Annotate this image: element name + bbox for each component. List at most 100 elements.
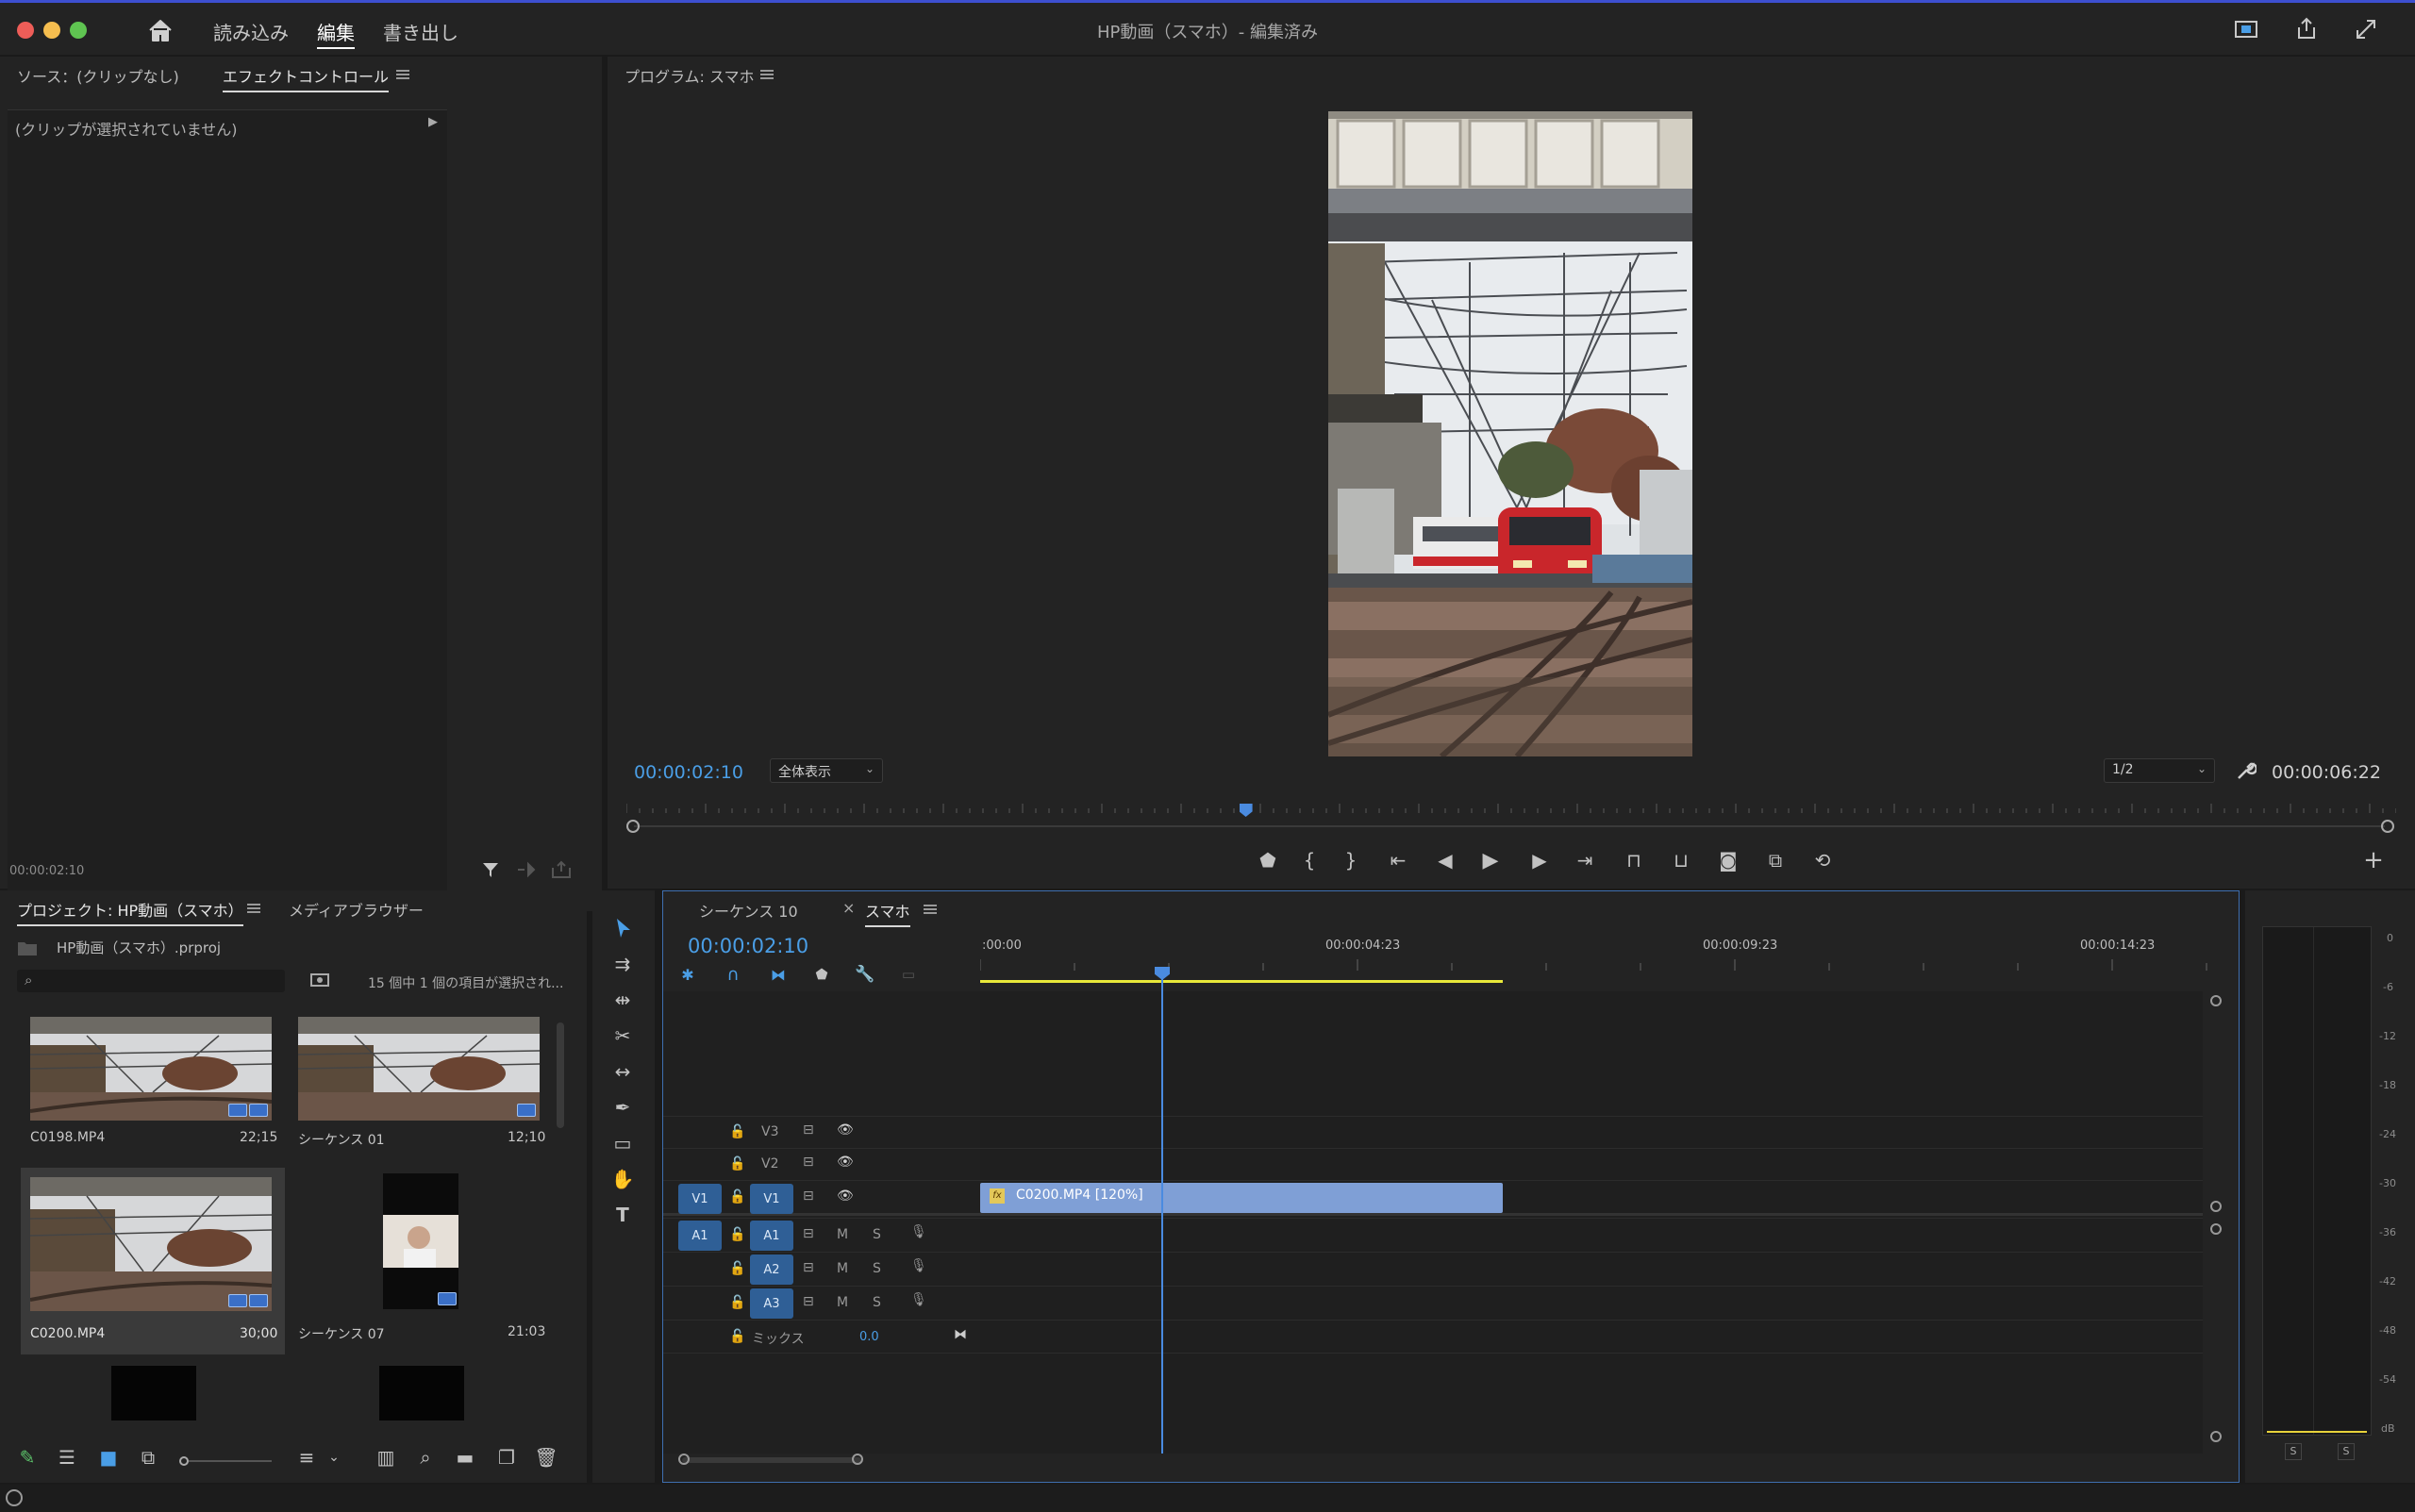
timeline-playhead[interactable] (1161, 967, 1163, 1454)
expand-arrow-icon[interactable]: ▶ (428, 115, 438, 129)
linked-selection-icon[interactable]: ⧓ (767, 963, 790, 986)
go-to-out-icon[interactable]: ⇥ (1572, 847, 1598, 873)
solo-right-button[interactable]: S (2338, 1443, 2355, 1460)
vscroll-handle[interactable] (2210, 995, 2222, 1006)
share-icon[interactable] (2294, 16, 2319, 41)
list-view-icon[interactable]: ☰ (55, 1445, 79, 1470)
sync-lock-icon[interactable]: ⊟ (803, 1260, 814, 1275)
type-tool-icon[interactable]: T (609, 1202, 636, 1228)
add-marker-icon[interactable]: ⬟ (1255, 847, 1281, 873)
vr-video-icon[interactable]: ⟲ (1809, 847, 1836, 873)
automate-to-sequence-icon[interactable]: ▥ (374, 1445, 398, 1470)
lock-icon[interactable]: 🔓 (729, 1189, 745, 1205)
lock-icon[interactable]: 🔓 (729, 1124, 745, 1139)
mark-out-icon[interactable]: } (1338, 847, 1364, 873)
fullscreen-icon[interactable] (2355, 18, 2377, 41)
project-scrollbar[interactable] (557, 1022, 564, 1128)
new-item-icon[interactable]: ❐ (494, 1445, 519, 1470)
go-to-in-icon[interactable]: ⇤ (1385, 847, 1411, 873)
zoom-bar-handle-right[interactable] (852, 1454, 863, 1465)
fx-badge[interactable]: fx (990, 1188, 1005, 1204)
solo-left-button[interactable]: S (2285, 1443, 2302, 1460)
sync-lock-icon[interactable]: ⊟ (803, 1155, 814, 1170)
step-forward-icon[interactable]: ▶ (1526, 847, 1553, 873)
write-pencil-icon[interactable]: ✎ (15, 1445, 40, 1470)
track-target-v1[interactable]: V1 (750, 1184, 793, 1214)
tab-sequence-10[interactable]: シーケンス 10 (699, 899, 798, 922)
sync-lock-icon[interactable]: ⊟ (803, 1188, 814, 1204)
track-select-tool-icon[interactable]: ⇉ (609, 951, 636, 977)
mark-in-icon[interactable]: { (1296, 847, 1323, 873)
project-item[interactable]: C0198.MP4 22;15 (21, 1017, 277, 1153)
eye-icon[interactable]: 👁 (837, 1122, 854, 1138)
project-item-selected[interactable]: C0200.MP4 30;00 (21, 1168, 285, 1354)
tab-effect-controls[interactable]: エフェクトコントロール (223, 64, 390, 92)
razor-tool-icon[interactable]: ✂ (609, 1022, 636, 1049)
ripple-edit-tool-icon[interactable]: ⇹ (609, 987, 636, 1013)
play-icon[interactable]: ▶ (1477, 847, 1504, 873)
find-icon[interactable]: ⌕ (413, 1445, 438, 1470)
zoom-bar-handle-left[interactable] (678, 1454, 690, 1465)
vscroll-handle[interactable] (2210, 1431, 2222, 1442)
track-target-a2[interactable]: A2 (750, 1254, 793, 1285)
status-indicator-icon[interactable] (6, 1489, 23, 1506)
lock-icon[interactable]: 🔓 (729, 1156, 745, 1171)
step-back-icon[interactable]: ◀ (1432, 847, 1458, 873)
freeform-view-icon[interactable]: ⧉ (136, 1445, 160, 1470)
selection-tool-icon[interactable] (613, 917, 634, 939)
slip-tool-icon[interactable]: ↔ (609, 1058, 636, 1085)
export-frame-camera-icon[interactable]: ◙ (1715, 847, 1741, 873)
icon-view-icon[interactable]: ■ (96, 1445, 121, 1470)
timeline-ruler[interactable]: :00:00 00:00:04:23 00:00:09:23 00:00:14:… (979, 925, 2240, 991)
tab-source[interactable]: ソース：(クリップなし) (17, 64, 179, 87)
hand-tool-icon[interactable]: ✋ (609, 1166, 636, 1192)
search-input[interactable]: ⌕ (17, 970, 285, 992)
pan-icon[interactable]: ⧓ (954, 1327, 967, 1342)
scrollbar-handle-left[interactable] (626, 820, 640, 833)
filter-icon[interactable] (481, 860, 500, 879)
quick-export-icon[interactable] (2234, 18, 2258, 41)
resolution-select[interactable]: 1/2 ⌄ (2104, 758, 2215, 783)
timeline-settings-wrench-icon[interactable]: 🔧 (854, 963, 876, 986)
program-current-timecode[interactable]: 00:00:02:10 (634, 762, 743, 783)
microphone-icon[interactable]: 🎙 (910, 1258, 927, 1273)
export-frame-icon[interactable] (551, 860, 572, 879)
lift-icon[interactable]: ⊓ (1621, 847, 1647, 873)
project-item[interactable]: シーケンス 07 21:03 (289, 1173, 545, 1351)
mute-button[interactable]: M (837, 1295, 848, 1310)
timeline-zoom-bar[interactable] (682, 1457, 861, 1463)
panel-menu-icon[interactable] (396, 70, 409, 79)
timeline-timecode[interactable]: 00:00:02:10 (688, 935, 808, 957)
button-editor-plus-icon[interactable]: + (2360, 846, 2387, 874)
extract-icon[interactable]: ⊔ (1668, 847, 1694, 873)
captions-icon[interactable]: ▭ (897, 963, 920, 986)
sort-icon[interactable]: ≡ (294, 1445, 319, 1470)
track-target-a3[interactable]: A3 (750, 1288, 793, 1319)
mix-volume-value[interactable]: 0.0 (859, 1330, 879, 1344)
tab-project[interactable]: プロジェクト: HP動画（スマホ） (17, 898, 243, 926)
comparison-view-icon[interactable]: ⧉ (1762, 847, 1789, 873)
zoom-select[interactable]: 全体表示 ⌄ (770, 758, 883, 783)
zoom-slider[interactable] (189, 1460, 272, 1462)
mute-button[interactable]: M (837, 1261, 848, 1276)
timeline-menu-icon[interactable] (924, 905, 937, 914)
project-item[interactable]: シーケンス 01 12;10 (289, 1017, 545, 1153)
solo-button[interactable]: S (873, 1261, 881, 1276)
tab-program[interactable]: プログラム: スマホ (625, 64, 755, 87)
lock-icon[interactable]: 🔓 (729, 1295, 745, 1310)
solo-button[interactable]: S (873, 1295, 881, 1310)
solo-button[interactable]: S (873, 1227, 881, 1242)
work-area-bar[interactable] (980, 980, 1503, 983)
program-time-ruler[interactable] (625, 796, 2397, 819)
lock-icon[interactable]: 🔓 (729, 1329, 745, 1344)
play-audio-icon[interactable] (515, 860, 536, 879)
pen-tool-icon[interactable]: ✒ (609, 1094, 636, 1121)
tab-media-browser[interactable]: メディアブラウザー (289, 898, 424, 921)
track-target-a1[interactable]: A1 (750, 1221, 793, 1251)
vscroll-handle[interactable] (2210, 1201, 2222, 1212)
zoom-slider-handle[interactable] (179, 1456, 189, 1466)
chevron-down-icon[interactable]: ⌄ (325, 1445, 343, 1470)
lock-icon[interactable]: 🔓 (729, 1261, 745, 1276)
rectangle-tool-icon[interactable]: ▭ (609, 1130, 636, 1156)
sync-lock-icon[interactable]: ⊟ (803, 1294, 814, 1309)
